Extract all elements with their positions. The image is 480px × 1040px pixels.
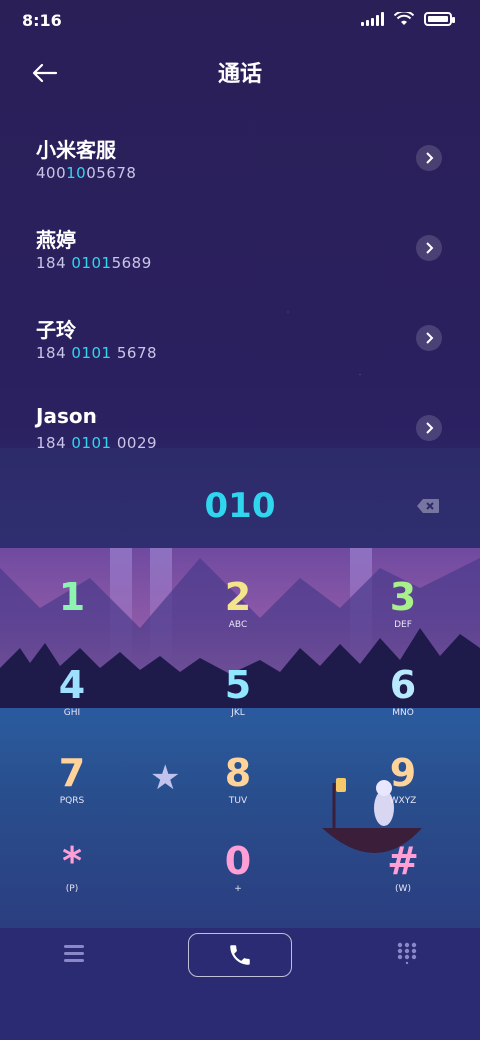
- details-button[interactable]: [416, 235, 442, 261]
- status-time: 8:16: [22, 11, 62, 30]
- phone-icon: [230, 945, 250, 965]
- key-5[interactable]: 5 JKL: [178, 658, 298, 738]
- dialed-number: 010: [204, 486, 276, 526]
- dial-display: 010: [0, 448, 480, 548]
- list-item[interactable]: Jason 184 0101 0029: [0, 382, 480, 450]
- key-9[interactable]: 9 WXYZ: [343, 746, 463, 826]
- keypad-grid-icon[interactable]: [396, 942, 418, 964]
- status-icons: [361, 12, 455, 26]
- key-3[interactable]: 3 DEF: [343, 570, 463, 650]
- signal-icon: [361, 12, 384, 26]
- search-results-list: 小米客服 4001005678 燕婷 184 01015689 子玲 184 0…: [0, 112, 480, 450]
- menu-icon[interactable]: [60, 942, 88, 964]
- backspace-icon[interactable]: [416, 498, 440, 514]
- contact-name: 子玲: [36, 318, 76, 342]
- bottom-bar: [0, 928, 480, 1040]
- list-item[interactable]: 小米客服 4001005678: [0, 112, 480, 202]
- contact-number: 4001005678: [36, 164, 137, 182]
- chevron-right-icon: [426, 152, 434, 164]
- list-item[interactable]: 子玲 184 0101 5678: [0, 292, 480, 382]
- contact-number: 184 01015689: [36, 254, 152, 272]
- key-1[interactable]: 1 ᅟ: [12, 570, 132, 650]
- voicemail-icon: ᅟ: [67, 623, 77, 633]
- wifi-icon: [394, 12, 414, 25]
- key-hash[interactable]: # (W): [343, 834, 463, 914]
- details-button[interactable]: [416, 145, 442, 171]
- chevron-right-icon: [426, 332, 434, 344]
- chevron-right-icon: [426, 242, 434, 254]
- list-item[interactable]: 燕婷 184 01015689: [0, 202, 480, 292]
- contact-number: 184 0101 5678: [36, 344, 158, 362]
- page-title: 通话: [217, 62, 262, 87]
- contact-name: Jason: [36, 404, 97, 428]
- contact-name: 燕婷: [36, 228, 76, 252]
- key-star[interactable]: * (P): [12, 834, 132, 914]
- chevron-right-icon: [426, 422, 434, 434]
- key-2[interactable]: 2 ABC: [178, 570, 298, 650]
- status-bar: 8:16: [0, 0, 480, 42]
- key-4[interactable]: 4 GHI: [12, 658, 132, 738]
- header: 通话: [0, 42, 480, 104]
- call-button[interactable]: [188, 933, 292, 977]
- key-7[interactable]: 7 PQRS: [12, 746, 132, 826]
- battery-icon: [424, 12, 455, 26]
- details-button[interactable]: [416, 415, 442, 441]
- keypad: ★ 1 ᅟ 2 ABC 3 DEF 4 GHI 5 JKL 6 MNO 7 PQ…: [0, 548, 480, 928]
- contact-name: 小米客服: [36, 138, 116, 162]
- key-0[interactable]: 0 +: [178, 834, 298, 914]
- key-6[interactable]: 6 MNO: [343, 658, 463, 738]
- key-8[interactable]: 8 TUV: [178, 746, 298, 826]
- star-icon: ★: [150, 758, 181, 798]
- details-button[interactable]: [416, 325, 442, 351]
